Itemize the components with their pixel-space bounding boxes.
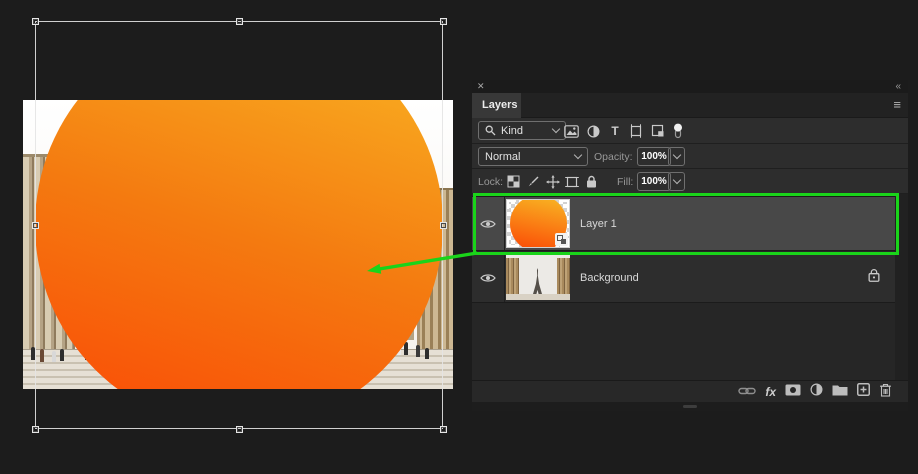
search-icon: [485, 125, 496, 136]
eye-icon: [480, 273, 496, 282]
lock-pixels-brush-icon[interactable]: [526, 174, 541, 189]
photoshop-workspace: ✕ « Layers ≡ Kind T Normal Opacity: 100%…: [0, 0, 918, 474]
transform-handle-top-left[interactable]: [31, 17, 39, 25]
background-thumbnail[interactable]: [506, 255, 570, 300]
blend-row: Normal Opacity: 100%: [472, 144, 908, 169]
layer-row-background[interactable]: Background: [472, 253, 895, 303]
layers-panel: ✕ « Layers ≡ Kind T Normal Opacity: 100%…: [472, 80, 908, 411]
thumb-corner-mark: [507, 238, 516, 247]
transform-handle-bottom-left[interactable]: [31, 425, 39, 433]
eye-icon: [480, 219, 496, 228]
chevron-down-icon: [672, 150, 681, 160]
panel-scroll-gutter: [895, 194, 908, 380]
layer1-name[interactable]: Layer 1: [580, 218, 617, 230]
transform-handle-top-right[interactable]: [439, 17, 447, 25]
panel-resize-handle[interactable]: [683, 405, 697, 408]
transform-handle-bottom-center[interactable]: [235, 425, 243, 433]
filter-smart-objects-icon[interactable]: [650, 123, 666, 139]
filter-type-layers-icon[interactable]: T: [607, 123, 623, 139]
layers-list: Layer 1 Background: [472, 194, 908, 380]
lock-row: Lock: Fill: 100%: [472, 169, 908, 194]
gradient-circle-layer: [35, 100, 443, 389]
chevron-down-icon: [551, 124, 561, 134]
panel-tab-bar: Layers ≡: [472, 93, 908, 118]
new-group-folder-icon[interactable]: [832, 383, 848, 401]
transform-handle-top-center[interactable]: [235, 17, 243, 25]
thumb-eiffel-tower: [533, 268, 542, 294]
panel-bottom-edge: [472, 402, 908, 411]
thumb-corner-mark: [507, 200, 516, 209]
thumb-ground: [506, 294, 570, 300]
fill-value-field[interactable]: 100%: [637, 172, 671, 191]
chevron-down-icon: [672, 175, 681, 185]
fill-label: Fill:: [617, 176, 634, 188]
adjustment-layer-icon[interactable]: [810, 383, 823, 401]
delete-layer-trash-icon[interactable]: [879, 383, 892, 402]
panel-top-bar: ✕ «: [472, 80, 908, 93]
collapse-panel-icon[interactable]: «: [895, 80, 900, 93]
filter-shape-layers-icon[interactable]: [628, 123, 644, 139]
lock-all-icon[interactable]: [584, 174, 599, 189]
layer-style-fx-icon[interactable]: fx: [765, 385, 776, 399]
filter-toggle-icon[interactable]: [670, 123, 686, 139]
blend-mode-value: Normal: [485, 150, 521, 163]
new-layer-icon[interactable]: [857, 383, 870, 401]
filter-row: Kind T: [472, 118, 908, 144]
lock-transparency-icon[interactable]: [506, 174, 521, 189]
background-name: Background: [580, 271, 639, 284]
chevron-down-icon: [573, 150, 583, 160]
layer1-visibility-toggle[interactable]: [472, 197, 505, 250]
opacity-value-field[interactable]: 100%: [637, 147, 671, 166]
background-lock-icon[interactable]: [868, 268, 880, 287]
filter-adjustment-layers-icon[interactable]: [585, 123, 601, 139]
opacity-dropdown-button[interactable]: [668, 147, 685, 166]
filter-kind-select[interactable]: Kind: [478, 121, 566, 140]
thumb-corner-mark: [560, 200, 569, 209]
filter-kind-value: Kind: [501, 124, 524, 137]
tab-layers[interactable]: Layers: [472, 93, 521, 118]
fill-dropdown-button[interactable]: [668, 172, 685, 191]
lock-position-move-icon[interactable]: [545, 174, 560, 189]
panel-menu-icon[interactable]: ≡: [893, 97, 901, 112]
lock-artboard-nesting-icon[interactable]: [564, 174, 579, 189]
layer1-thumbnail[interactable]: [506, 199, 570, 248]
canvas-document[interactable]: [23, 100, 453, 389]
transform-handle-bottom-right[interactable]: [439, 425, 447, 433]
smart-object-badge: [555, 233, 568, 246]
filter-pixel-layers-icon[interactable]: [563, 123, 579, 139]
transform-handle-mid-right[interactable]: [439, 221, 447, 229]
transform-handle-mid-left[interactable]: [31, 221, 39, 229]
type-glyph: T: [611, 124, 619, 138]
layers-footer-toolbar: fx: [472, 380, 908, 402]
close-panel-icon[interactable]: ✕: [477, 80, 485, 93]
link-layers-icon[interactable]: [738, 383, 757, 401]
blend-mode-select[interactable]: Normal: [478, 147, 588, 166]
layer-row-layer1[interactable]: Layer 1: [472, 196, 895, 251]
opacity-label: Opacity:: [594, 151, 633, 163]
lock-label: Lock:: [478, 176, 504, 188]
add-layer-mask-icon[interactable]: [785, 383, 801, 401]
background-visibility-toggle[interactable]: [472, 253, 505, 302]
